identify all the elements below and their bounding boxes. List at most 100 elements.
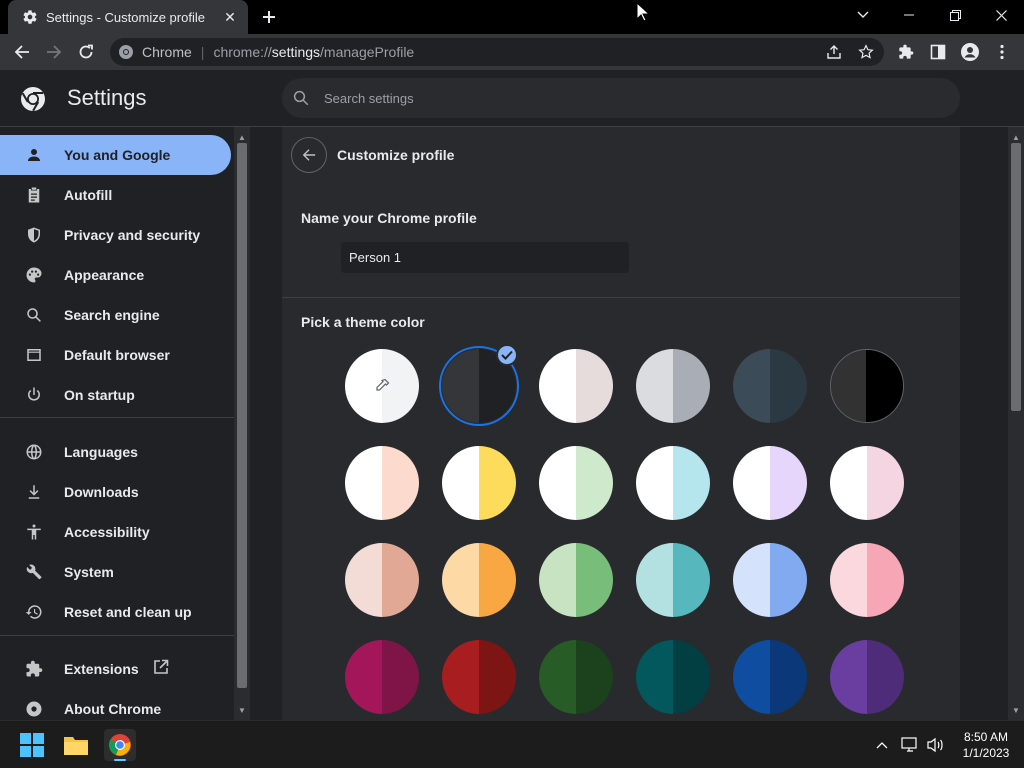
volume-icon[interactable]	[926, 735, 946, 755]
settings-search[interactable]	[282, 78, 960, 118]
theme-color-swatch[interactable]	[345, 640, 419, 714]
shield-icon	[24, 225, 44, 245]
share-icon	[827, 45, 841, 59]
chrome-icon	[24, 699, 44, 719]
sidebar-item-appearance[interactable]: Appearance	[0, 255, 231, 295]
sidebar-item-system[interactable]: System	[0, 552, 231, 592]
tab-search-button[interactable]	[840, 0, 886, 30]
close-window-button[interactable]	[978, 0, 1024, 30]
sidebar-item-accessibility[interactable]: Accessibility	[0, 512, 231, 552]
bookmark-button[interactable]	[854, 40, 878, 64]
taskbar-clock[interactable]: 8:50 AM 1/1/2023	[948, 729, 1024, 761]
theme-color-swatch[interactable]	[733, 640, 807, 714]
sidebar-scroll-thumb[interactable]	[237, 143, 247, 688]
palette-icon	[24, 265, 44, 285]
side-panel-icon	[930, 44, 946, 60]
sidebar-item-privacy-and-security[interactable]: Privacy and security	[0, 215, 231, 255]
extensions-button[interactable]	[894, 40, 918, 64]
theme-color-swatch[interactable]	[830, 543, 904, 617]
theme-color-swatch[interactable]	[830, 640, 904, 714]
new-tab-button[interactable]	[258, 6, 280, 28]
url-text: chrome://settings/manageProfile	[213, 44, 415, 60]
sidebar-item-on-startup[interactable]: On startup	[0, 375, 231, 415]
main-scrollbar[interactable]: ▲ ▼	[1008, 127, 1024, 720]
minimize-button[interactable]	[886, 0, 932, 30]
sidebar-item-search-engine[interactable]: Search engine	[0, 295, 231, 335]
address-bar[interactable]: Chrome | chrome://settings/manageProfile	[110, 38, 884, 66]
sidebar-scrollbar[interactable]: ▲ ▼	[234, 127, 250, 720]
sidebar-item-reset-and-clean-up[interactable]: Reset and clean up	[0, 592, 231, 632]
reload-button[interactable]	[74, 40, 98, 64]
omnibox-separator: |	[200, 44, 205, 60]
back-arrow-button[interactable]	[291, 137, 327, 173]
profile-name-input[interactable]	[341, 242, 629, 273]
theme-color-swatch[interactable]	[636, 446, 710, 520]
theme-color-swatch[interactable]	[539, 640, 613, 714]
theme-color-swatch[interactable]	[345, 446, 419, 520]
sidebar-item-label: Extensions	[64, 661, 139, 677]
theme-color-swatch[interactable]	[636, 543, 710, 617]
sidebar-item-label: Autofill	[64, 187, 113, 203]
theme-color-swatch[interactable]	[733, 446, 807, 520]
download-icon	[24, 482, 44, 502]
sidebar-divider	[0, 417, 234, 418]
theme-color-swatch[interactable]	[636, 349, 710, 423]
sidebar: You and Google Autofill Privacy and securi…	[0, 127, 234, 720]
sidebar-item-label: Accessibility	[64, 524, 150, 540]
theme-color-swatch[interactable]	[733, 349, 807, 423]
close-tab-icon[interactable]: ✕	[222, 9, 238, 25]
side-panel-button[interactable]	[926, 40, 950, 64]
scroll-down-arrow[interactable]: ▼	[1008, 702, 1024, 718]
globe-icon	[24, 442, 44, 462]
sidebar-item-you-and-google[interactable]: You and Google	[0, 135, 231, 175]
sidebar-item-about-chrome[interactable]: About Chrome	[0, 689, 231, 720]
back-button[interactable]	[10, 40, 34, 64]
restore-button[interactable]	[932, 0, 978, 30]
sidebar-item-downloads[interactable]: Downloads	[0, 472, 231, 512]
menu-button[interactable]	[990, 40, 1014, 64]
avatar-icon	[961, 43, 979, 61]
tray-chevron-up-icon[interactable]	[872, 735, 892, 755]
accessibility-icon	[24, 522, 44, 542]
theme-color-swatch[interactable]	[345, 543, 419, 617]
settings-header: Settings	[0, 70, 1024, 127]
history-icon	[24, 602, 44, 622]
theme-color-swatch[interactable]	[830, 349, 904, 423]
theme-color-swatch[interactable]	[830, 446, 904, 520]
main-scroll-thumb[interactable]	[1011, 143, 1021, 411]
custom-color-swatch[interactable]	[345, 349, 419, 423]
file-explorer-button[interactable]	[60, 729, 92, 761]
theme-color-swatch[interactable]	[636, 640, 710, 714]
windows-start-button[interactable]	[16, 729, 48, 761]
search-icon	[293, 90, 309, 106]
chrome-taskbar-button[interactable]	[104, 729, 136, 761]
eyedropper-icon	[376, 378, 390, 391]
forward-button[interactable]	[42, 40, 66, 64]
chevron-down-icon	[857, 11, 869, 18]
sidebar-item-extensions[interactable]: Extensions	[0, 649, 231, 689]
tab-title: Settings - Customize profile	[46, 9, 205, 25]
theme-color-swatch[interactable]	[733, 543, 807, 617]
tab-settings[interactable]: Settings - Customize profile ✕	[8, 0, 248, 34]
scroll-down-arrow[interactable]: ▼	[234, 702, 250, 718]
theme-color-swatch[interactable]	[442, 640, 516, 714]
theme-color-swatch[interactable]	[539, 543, 613, 617]
network-icon[interactable]	[900, 735, 920, 755]
sidebar-item-autofill[interactable]: Autofill	[0, 175, 231, 215]
puzzle-icon	[899, 44, 914, 59]
theme-color-swatch[interactable]	[539, 349, 613, 423]
close-icon	[995, 9, 1007, 21]
share-button[interactable]	[822, 40, 846, 64]
external-link-icon	[153, 659, 169, 680]
theme-color-swatch[interactable]	[442, 446, 516, 520]
theme-color-swatch[interactable]	[442, 543, 516, 617]
site-info-chip[interactable]: Chrome	[118, 44, 192, 60]
kebab-menu-icon	[1000, 44, 1004, 60]
sidebar-item-label: Downloads	[64, 484, 139, 500]
search-input[interactable]	[324, 90, 824, 106]
reload-icon	[79, 44, 93, 59]
theme-color-swatch[interactable]	[539, 446, 613, 520]
sidebar-item-default-browser[interactable]: Default browser	[0, 335, 231, 375]
sidebar-item-languages[interactable]: Languages	[0, 432, 231, 472]
profile-button[interactable]	[958, 40, 982, 64]
